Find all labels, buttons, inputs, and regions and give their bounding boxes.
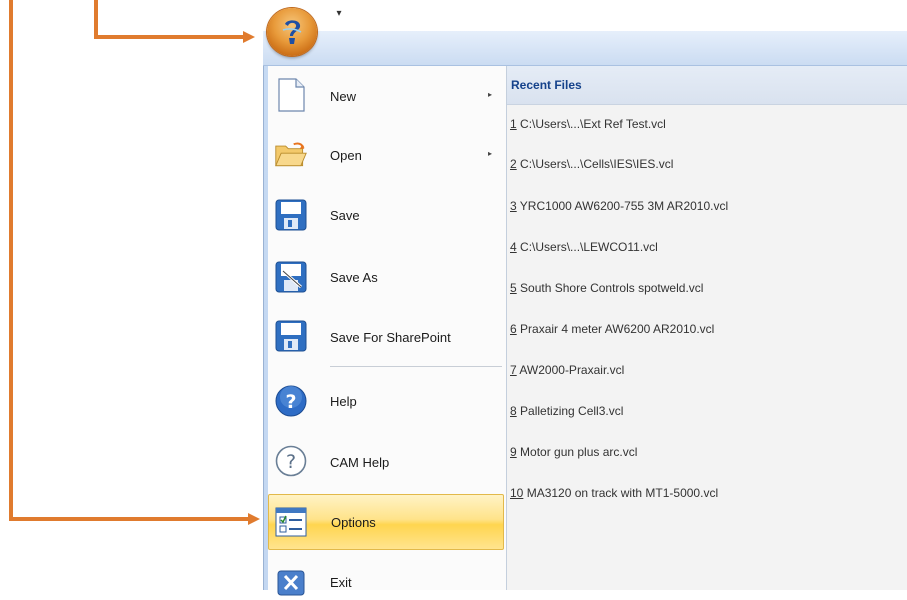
new-document-icon: [274, 78, 308, 112]
recent-file-item[interactable]: 3 YRC1000 AW6200-755 3M AR2010.vcl: [510, 199, 728, 213]
recent-file-number: 6: [510, 322, 517, 336]
recent-files-title: Recent Files: [511, 78, 582, 92]
recent-file-item[interactable]: 6 Praxair 4 meter AW6200 AR2010.vcl: [510, 322, 714, 336]
menu-item-label: Exit: [330, 575, 352, 590]
menu-item-help[interactable]: ? Help: [268, 373, 504, 429]
save-sharepoint-icon: [274, 319, 308, 353]
recent-file-name: Motor gun plus arc.vcl: [516, 445, 638, 459]
recent-file-number: 7: [510, 363, 517, 377]
annotation-arrow-bottom-horizontal: [9, 517, 249, 521]
recent-file-item[interactable]: 4 C:\Users\...\LEWCO11.vcl: [510, 240, 658, 254]
menu-top-strip: [263, 31, 907, 66]
recent-file-item[interactable]: 8 Palletizing Cell3.vcl: [510, 404, 623, 418]
cam-help-icon: ?: [274, 444, 308, 478]
menu-item-label: Help: [330, 394, 357, 409]
menu-item-options[interactable]: Options: [268, 494, 504, 550]
recent-file-name: Praxair 4 meter AW6200 AR2010.vcl: [516, 322, 715, 336]
annotation-arrow-top-head: [243, 31, 255, 43]
save-as-icon: [274, 260, 308, 294]
menu-item-label: Save As: [330, 270, 378, 285]
menu-item-open[interactable]: Open ▸: [268, 127, 504, 183]
recent-file-number: 10: [510, 486, 524, 500]
submenu-arrow-icon: ▸: [488, 90, 493, 99]
annotation-arrow-bottom-head: [248, 513, 260, 525]
menu-item-new[interactable]: New ▸: [268, 67, 504, 123]
menu-item-save-as[interactable]: Save As: [268, 249, 504, 305]
recent-file-name: C:\Users\...\Ext Ref Test.vcl: [516, 117, 666, 131]
recent-file-name: C:\Users\...\LEWCO11.vcl: [516, 240, 658, 254]
recent-file-name: YRC1000 AW6200-755 3M AR2010.vcl: [516, 199, 729, 213]
menu-item-label: New: [330, 89, 357, 104]
help-icon: ?: [274, 384, 308, 418]
recent-file-name: C:\Users\...\Cells\IES\IES.vcl: [516, 157, 674, 171]
menu-item-label: CAM Help: [330, 455, 390, 470]
menu-item-label: Save: [330, 208, 360, 223]
svg-text:?: ?: [286, 451, 296, 473]
annotation-arrow-top-horizontal: [94, 35, 244, 39]
quick-access-dropdown[interactable]: ▾: [334, 8, 344, 20]
recent-file-number: 8: [510, 404, 517, 418]
recent-file-number: 9: [510, 445, 517, 459]
recent-file-item[interactable]: 1 C:\Users\...\Ext Ref Test.vcl: [510, 117, 666, 131]
menu-item-cam-help[interactable]: ? CAM Help: [268, 433, 504, 489]
annotation-arrow-top-vertical: [94, 0, 98, 38]
open-folder-icon: [274, 138, 308, 172]
recent-file-name: MA3120 on track with MT1-5000.vcl: [523, 486, 719, 500]
menu-item-label: Options: [331, 515, 376, 530]
recent-file-number: 1: [510, 117, 517, 131]
recent-file-name: Palletizing Cell3.vcl: [516, 404, 624, 418]
menu-item-exit[interactable]: Exit: [268, 554, 504, 596]
recent-file-item[interactable]: 7 AW2000-Praxair.vcl: [510, 363, 624, 377]
recent-file-number: 2: [510, 157, 517, 171]
menu-item-label: Open: [330, 148, 362, 163]
recent-file-number: 4: [510, 240, 517, 254]
recent-file-number: 3: [510, 199, 517, 213]
app-logo-icon: [282, 20, 302, 44]
menu-item-save-for-sharepoint[interactable]: Save For SharePoint: [268, 308, 504, 364]
annotation-arrow-bottom-vertical: [9, 0, 13, 521]
recent-file-number: 5: [510, 281, 517, 295]
recent-file-name: South Shore Controls spotweld.vcl: [516, 281, 704, 295]
application-button[interactable]: [267, 8, 317, 56]
menu-item-save[interactable]: Save: [268, 187, 504, 243]
menu-separator: [330, 366, 502, 367]
svg-text:?: ?: [285, 391, 296, 413]
options-icon: [274, 505, 308, 539]
recent-file-item[interactable]: 10 MA3120 on track with MT1-5000.vcl: [510, 486, 718, 500]
save-icon: [274, 198, 308, 232]
recent-file-name: AW2000-Praxair.vcl: [516, 363, 625, 377]
exit-icon: [274, 566, 308, 600]
recent-file-item[interactable]: 2 C:\Users\...\Cells\IES\IES.vcl: [510, 157, 673, 171]
recent-file-item[interactable]: 5 South Shore Controls spotweld.vcl: [510, 281, 703, 295]
menu-item-label: Save For SharePoint: [330, 330, 451, 345]
submenu-arrow-icon: ▸: [488, 149, 493, 158]
recent-file-item[interactable]: 9 Motor gun plus arc.vcl: [510, 445, 637, 459]
